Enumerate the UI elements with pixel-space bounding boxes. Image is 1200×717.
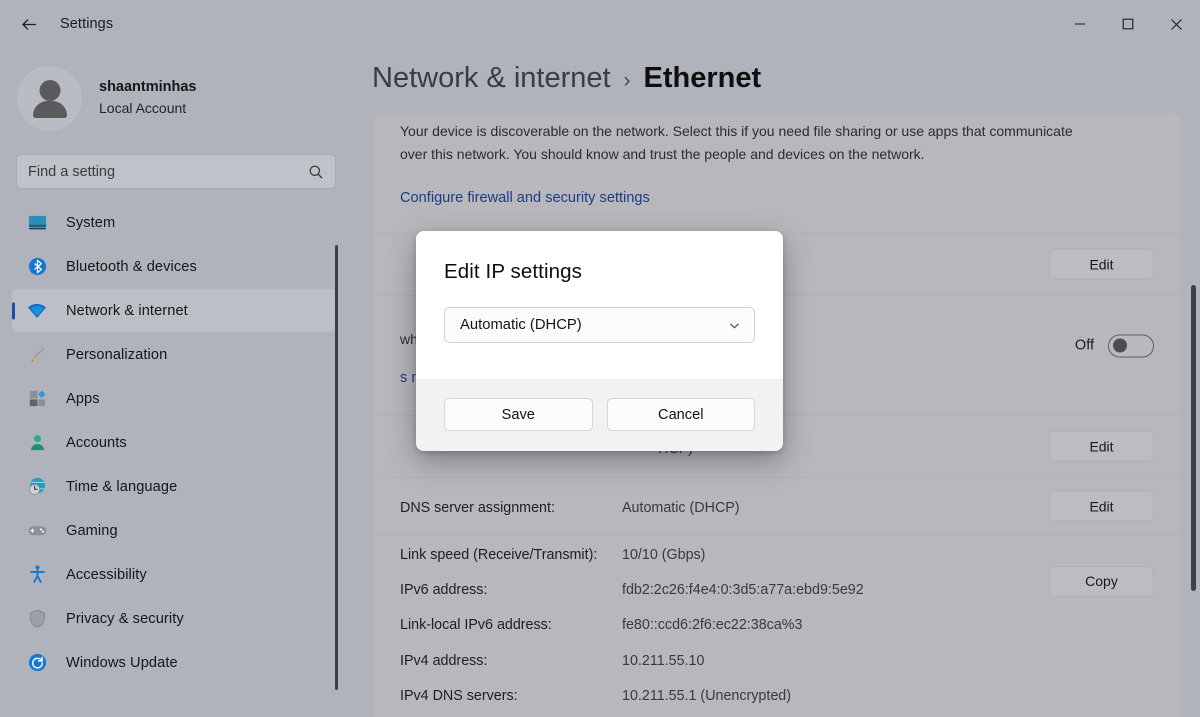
sidebar-item-label: Windows Update bbox=[66, 654, 178, 671]
sidebar-scrollbar[interactable] bbox=[335, 245, 338, 690]
update-refresh-icon bbox=[24, 652, 50, 674]
dns-value: Automatic (DHCP) bbox=[622, 499, 740, 516]
title-bar: Settings bbox=[0, 0, 1200, 48]
sidebar-nav: System Bluetooth & devices Network & int… bbox=[0, 201, 352, 684]
search-input[interactable] bbox=[28, 163, 308, 180]
search-icon bbox=[308, 164, 324, 180]
dns-label: DNS server assignment: bbox=[400, 499, 555, 516]
breadcrumb: Network & internet › Ethernet bbox=[372, 62, 1200, 95]
detail-value: 10.211.55.1 (Unencrypted) bbox=[622, 687, 792, 704]
detail-value: 10.211.55.10 bbox=[622, 652, 705, 669]
edit-button[interactable]: Edit bbox=[1049, 248, 1154, 280]
main-scrollbar[interactable] bbox=[1191, 285, 1196, 591]
shield-icon bbox=[24, 608, 50, 630]
connection-details-row: Link speed (Receive/Transmit): 10/10 (Gb… bbox=[374, 536, 1180, 717]
detail-label: IPv4 DNS servers: bbox=[400, 687, 518, 704]
person-avatar-icon bbox=[39, 79, 60, 101]
sidebar-item-label: Accessibility bbox=[66, 566, 147, 583]
network-profile-description: Your device is discoverable on the netwo… bbox=[400, 123, 1073, 162]
maximize-icon bbox=[1122, 18, 1134, 30]
sidebar-item-windows-update[interactable]: Windows Update bbox=[12, 641, 336, 684]
paintbrush-icon bbox=[24, 344, 50, 366]
sidebar-item-label: Bluetooth & devices bbox=[66, 258, 197, 275]
detail-row: IPv4 DNS servers: 10.211.55.1 (Unencrypt… bbox=[400, 687, 1154, 704]
sidebar-item-system[interactable]: System bbox=[12, 201, 336, 244]
sidebar: shaantminhas Local Account System Blueto… bbox=[0, 48, 352, 717]
clock-globe-icon bbox=[24, 476, 50, 498]
wifi-icon bbox=[24, 300, 50, 322]
save-button[interactable]: Save bbox=[444, 398, 593, 431]
configure-firewall-link[interactable]: Configure firewall and security settings bbox=[400, 190, 650, 206]
detail-value: fdb2:2c26:f4e4:0:3d5:a77a:ebd9:5e92 bbox=[622, 581, 864, 598]
breadcrumb-separator-icon: › bbox=[623, 69, 631, 92]
sidebar-item-label: Personalization bbox=[66, 346, 168, 363]
network-profile-row: Your device is discoverable on the netwo… bbox=[374, 113, 1180, 234]
sidebar-item-time-language[interactable]: Time & language bbox=[12, 465, 336, 508]
window-controls bbox=[1056, 0, 1200, 48]
sidebar-item-privacy-security[interactable]: Privacy & security bbox=[12, 597, 336, 640]
avatar bbox=[17, 65, 82, 131]
page-title: Ethernet bbox=[643, 62, 762, 94]
metered-toggle-group[interactable]: Off bbox=[1074, 334, 1154, 358]
copy-button[interactable]: Copy bbox=[1049, 565, 1154, 597]
toggle-state-label: Off bbox=[1074, 337, 1094, 354]
gamepad-icon bbox=[24, 520, 50, 542]
sidebar-item-accounts[interactable]: Accounts bbox=[12, 421, 336, 464]
edit-ip-button[interactable]: Edit bbox=[1049, 430, 1154, 462]
dialog-body: Edit IP settings Automatic (DHCP) bbox=[416, 231, 783, 379]
dialog-footer: Save Cancel bbox=[416, 379, 783, 451]
dialog-title: Edit IP settings bbox=[444, 260, 582, 283]
sidebar-item-personalization[interactable]: Personalization bbox=[12, 333, 336, 376]
sidebar-item-network-internet[interactable]: Network & internet bbox=[12, 289, 336, 332]
detail-label: IPv4 address: bbox=[400, 652, 488, 669]
edit-dns-button[interactable]: Edit bbox=[1049, 490, 1154, 522]
edit-ip-settings-dialog: Edit IP settings Automatic (DHCP) Save C… bbox=[416, 231, 783, 451]
detail-row: Link speed (Receive/Transmit): 10/10 (Gb… bbox=[400, 546, 1154, 563]
detail-label: Link speed (Receive/Transmit): bbox=[400, 546, 598, 563]
sidebar-item-label: Time & language bbox=[66, 478, 178, 495]
arrow-left-icon bbox=[20, 15, 39, 34]
search-box[interactable] bbox=[16, 154, 336, 189]
sidebar-item-label: Privacy & security bbox=[66, 610, 184, 627]
sidebar-item-accessibility[interactable]: Accessibility bbox=[12, 553, 336, 596]
detail-label: IPv6 address: bbox=[400, 581, 488, 598]
sidebar-item-label: Apps bbox=[66, 390, 100, 407]
sidebar-item-gaming[interactable]: Gaming bbox=[12, 509, 336, 552]
ip-assignment-dropdown[interactable]: Automatic (DHCP) bbox=[444, 307, 755, 343]
sidebar-item-label: Network & internet bbox=[66, 302, 188, 319]
detail-row: Link-local IPv6 address: fe80::ccd6:2f6:… bbox=[400, 617, 1154, 634]
close-button[interactable] bbox=[1152, 0, 1200, 48]
close-icon bbox=[1170, 18, 1183, 31]
detail-row: IPv4 address: 10.211.55.10 bbox=[400, 652, 1154, 669]
sidebar-item-label: Gaming bbox=[66, 522, 118, 539]
sidebar-item-label: System bbox=[66, 214, 116, 231]
sidebar-item-label: Accounts bbox=[66, 434, 127, 451]
chevron-down-icon bbox=[727, 318, 742, 333]
account-name: shaantminhas bbox=[99, 78, 197, 95]
metered-toggle-switch[interactable] bbox=[1108, 334, 1154, 358]
person-icon bbox=[24, 432, 50, 454]
accessibility-person-icon bbox=[24, 564, 50, 586]
detail-value: 10/10 (Gbps) bbox=[622, 546, 706, 563]
detail-value: fe80::ccd6:2f6:ec22:38ca%3 bbox=[622, 617, 803, 634]
account-block[interactable]: shaantminhas Local Account bbox=[0, 48, 352, 136]
detail-label: Link-local IPv6 address: bbox=[400, 617, 552, 634]
breadcrumb-parent[interactable]: Network & internet bbox=[372, 62, 611, 95]
sidebar-item-apps[interactable]: Apps bbox=[12, 377, 336, 420]
bluetooth-icon bbox=[24, 256, 50, 278]
back-button[interactable] bbox=[12, 7, 46, 41]
monitor-icon bbox=[24, 212, 50, 234]
minimize-icon bbox=[1074, 18, 1086, 30]
detail-row: IPv6 address: fdb2:2c26:f4e4:0:3d5:a77a:… bbox=[400, 581, 1154, 598]
app-title: Settings bbox=[60, 16, 114, 32]
cancel-button[interactable]: Cancel bbox=[606, 398, 755, 431]
account-type: Local Account bbox=[99, 100, 187, 117]
dropdown-selected-value: Automatic (DHCP) bbox=[460, 317, 582, 333]
sidebar-item-bluetooth-devices[interactable]: Bluetooth & devices bbox=[12, 245, 336, 288]
minimize-button[interactable] bbox=[1056, 0, 1104, 48]
apps-grid-icon bbox=[24, 388, 50, 410]
maximize-button[interactable] bbox=[1104, 0, 1152, 48]
dns-assignment-row: DNS server assignment: Automatic (DHCP) … bbox=[374, 478, 1180, 536]
